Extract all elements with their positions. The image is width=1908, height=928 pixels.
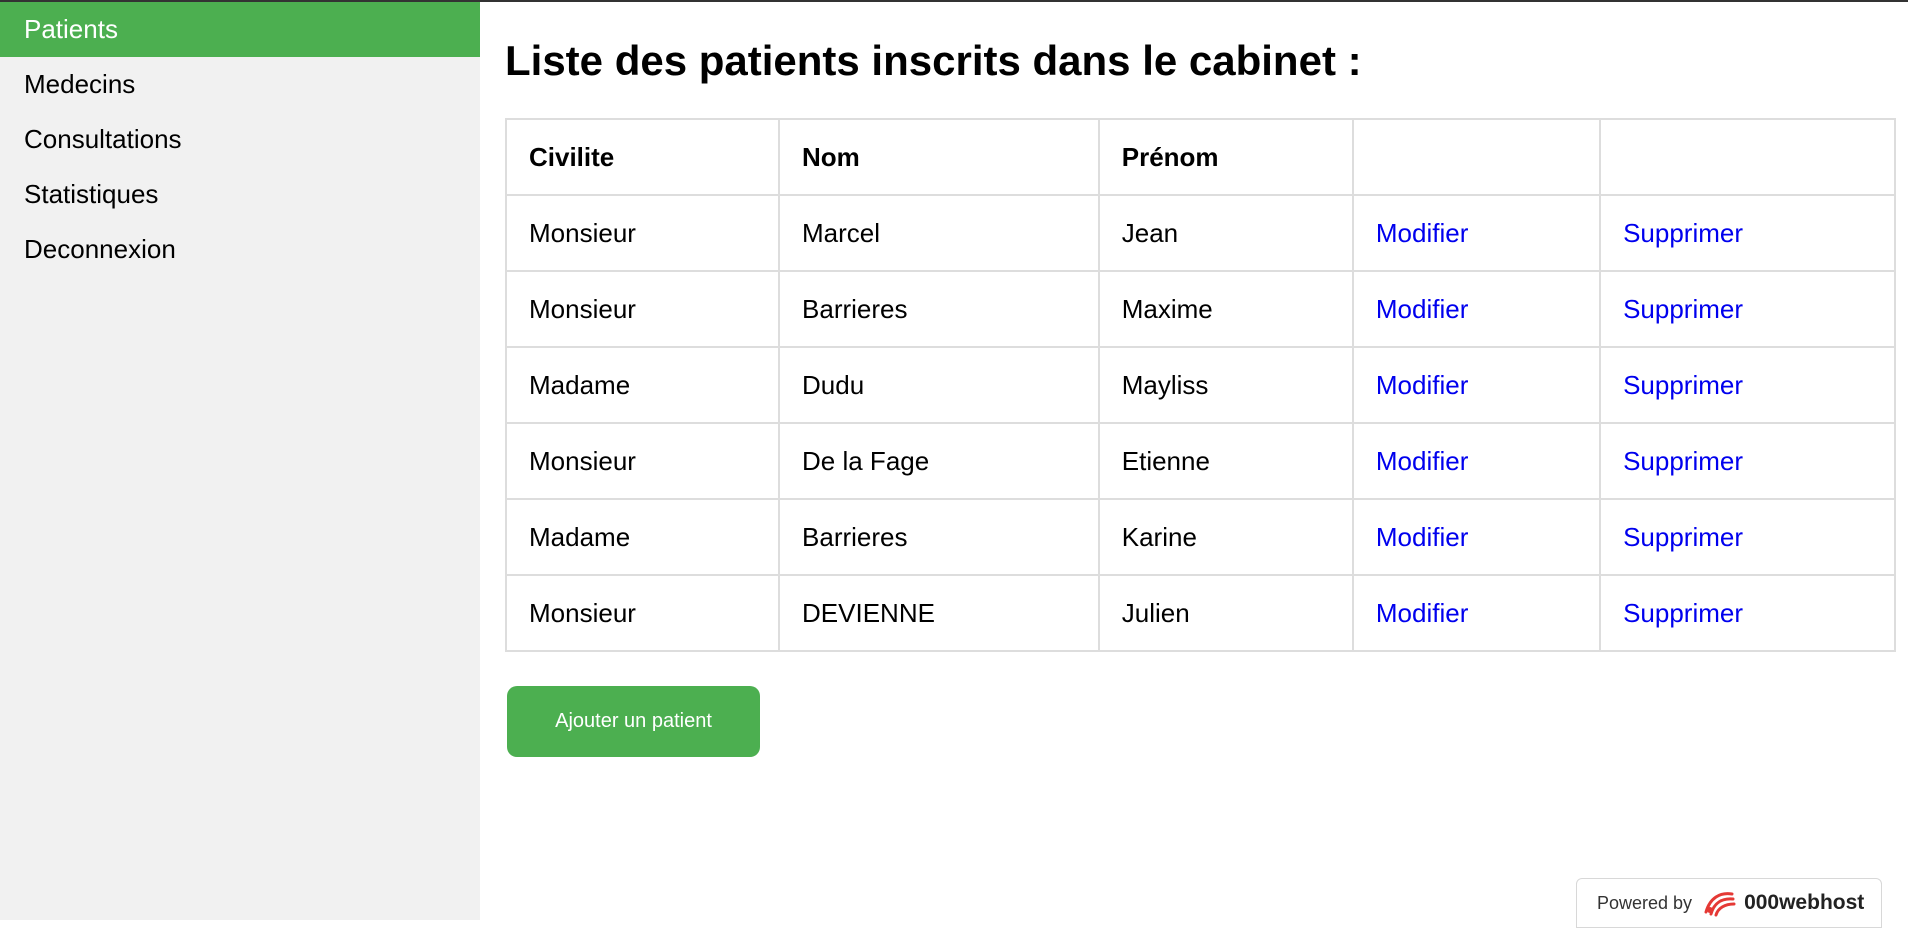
table-row: Monsieur Barrieres Maxime Modifier Suppr…	[504, 270, 1896, 348]
header-nom: Nom	[778, 118, 1100, 196]
cell-modifier: Modifier	[1351, 498, 1602, 576]
cell-nom: De la Fage	[778, 422, 1100, 500]
cell-civilite: Madame	[504, 498, 781, 576]
cell-modifier: Modifier	[1351, 574, 1602, 652]
cell-supprimer: Supprimer	[1599, 422, 1896, 500]
cell-civilite: Monsieur	[504, 270, 781, 348]
cell-modifier: Modifier	[1351, 270, 1602, 348]
cell-nom: Barrieres	[778, 498, 1100, 576]
cell-prenom: Maxime	[1097, 270, 1354, 348]
cell-nom: DEVIENNE	[778, 574, 1100, 652]
modifier-link[interactable]: Modifier	[1376, 522, 1468, 552]
modifier-link[interactable]: Modifier	[1376, 294, 1468, 324]
supprimer-link[interactable]: Supprimer	[1623, 522, 1743, 552]
cell-supprimer: Supprimer	[1599, 270, 1896, 348]
cell-nom: Marcel	[778, 194, 1100, 272]
table-row: Monsieur DEVIENNE Julien Modifier Suppri…	[504, 574, 1896, 652]
supprimer-link[interactable]: Supprimer	[1623, 598, 1743, 628]
modifier-link[interactable]: Modifier	[1376, 446, 1468, 476]
cell-modifier: Modifier	[1351, 194, 1602, 272]
header-supprimer	[1599, 118, 1896, 196]
sidebar: Patients Medecins Consultations Statisti…	[0, 2, 480, 920]
header-civilite: Civilite	[504, 118, 781, 196]
powered-by-label: Powered by	[1597, 892, 1693, 913]
cell-civilite: Monsieur	[504, 574, 781, 652]
header-prenom: Prénom	[1097, 118, 1354, 196]
cell-nom: Dudu	[778, 346, 1100, 424]
cell-civilite: Madame	[504, 346, 781, 424]
sidebar-item-statistiques[interactable]: Statistiques	[0, 167, 480, 222]
modifier-link[interactable]: Modifier	[1376, 370, 1468, 400]
modifier-link[interactable]: Modifier	[1376, 598, 1468, 628]
cell-nom: Barrieres	[778, 270, 1100, 348]
cell-supprimer: Supprimer	[1599, 574, 1896, 652]
table-row: Madame Dudu Mayliss Modifier Supprimer	[504, 346, 1896, 424]
table-row: Monsieur De la Fage Etienne Modifier Sup…	[504, 422, 1896, 500]
cell-modifier: Modifier	[1351, 422, 1602, 500]
main-content: Liste des patients inscrits dans le cabi…	[504, 2, 1896, 757]
table-row: Madame Barrieres Karine Modifier Supprim…	[504, 498, 1896, 576]
cell-supprimer: Supprimer	[1599, 346, 1896, 424]
patients-table: Civilite Nom Prénom Monsieur Marcel Jean…	[504, 118, 1896, 652]
table-row: Monsieur Marcel Jean Modifier Supprimer	[504, 194, 1896, 272]
header-modifier	[1351, 118, 1602, 196]
supprimer-link[interactable]: Supprimer	[1623, 294, 1743, 324]
sidebar-item-patients[interactable]: Patients	[0, 2, 480, 57]
000webhost-logo-icon	[1704, 892, 1736, 917]
cell-supprimer: Supprimer	[1599, 194, 1896, 272]
cell-prenom: Julien	[1097, 574, 1354, 652]
sidebar-item-medecins[interactable]: Medecins	[0, 57, 480, 112]
modifier-link[interactable]: Modifier	[1376, 218, 1468, 248]
powered-by-badge[interactable]: Powered by 000webhost	[1576, 878, 1882, 928]
cell-prenom: Etienne	[1097, 422, 1354, 500]
sidebar-item-deconnexion[interactable]: Deconnexion	[0, 222, 480, 277]
supprimer-link[interactable]: Supprimer	[1623, 370, 1743, 400]
sidebar-item-consultations[interactable]: Consultations	[0, 112, 480, 167]
cell-prenom: Mayliss	[1097, 346, 1354, 424]
add-patient-button[interactable]: Ajouter un patient	[507, 686, 760, 757]
page-title: Liste des patients inscrits dans le cabi…	[505, 37, 1362, 84]
cell-prenom: Jean	[1097, 194, 1354, 272]
table-header-row: Civilite Nom Prénom	[504, 118, 1896, 196]
powered-by-brand: 000webhost	[1744, 891, 1865, 914]
cell-modifier: Modifier	[1351, 346, 1602, 424]
supprimer-link[interactable]: Supprimer	[1623, 446, 1743, 476]
cell-supprimer: Supprimer	[1599, 498, 1896, 576]
cell-civilite: Monsieur	[504, 422, 781, 500]
cell-prenom: Karine	[1097, 498, 1354, 576]
cell-civilite: Monsieur	[504, 194, 781, 272]
supprimer-link[interactable]: Supprimer	[1623, 218, 1743, 248]
